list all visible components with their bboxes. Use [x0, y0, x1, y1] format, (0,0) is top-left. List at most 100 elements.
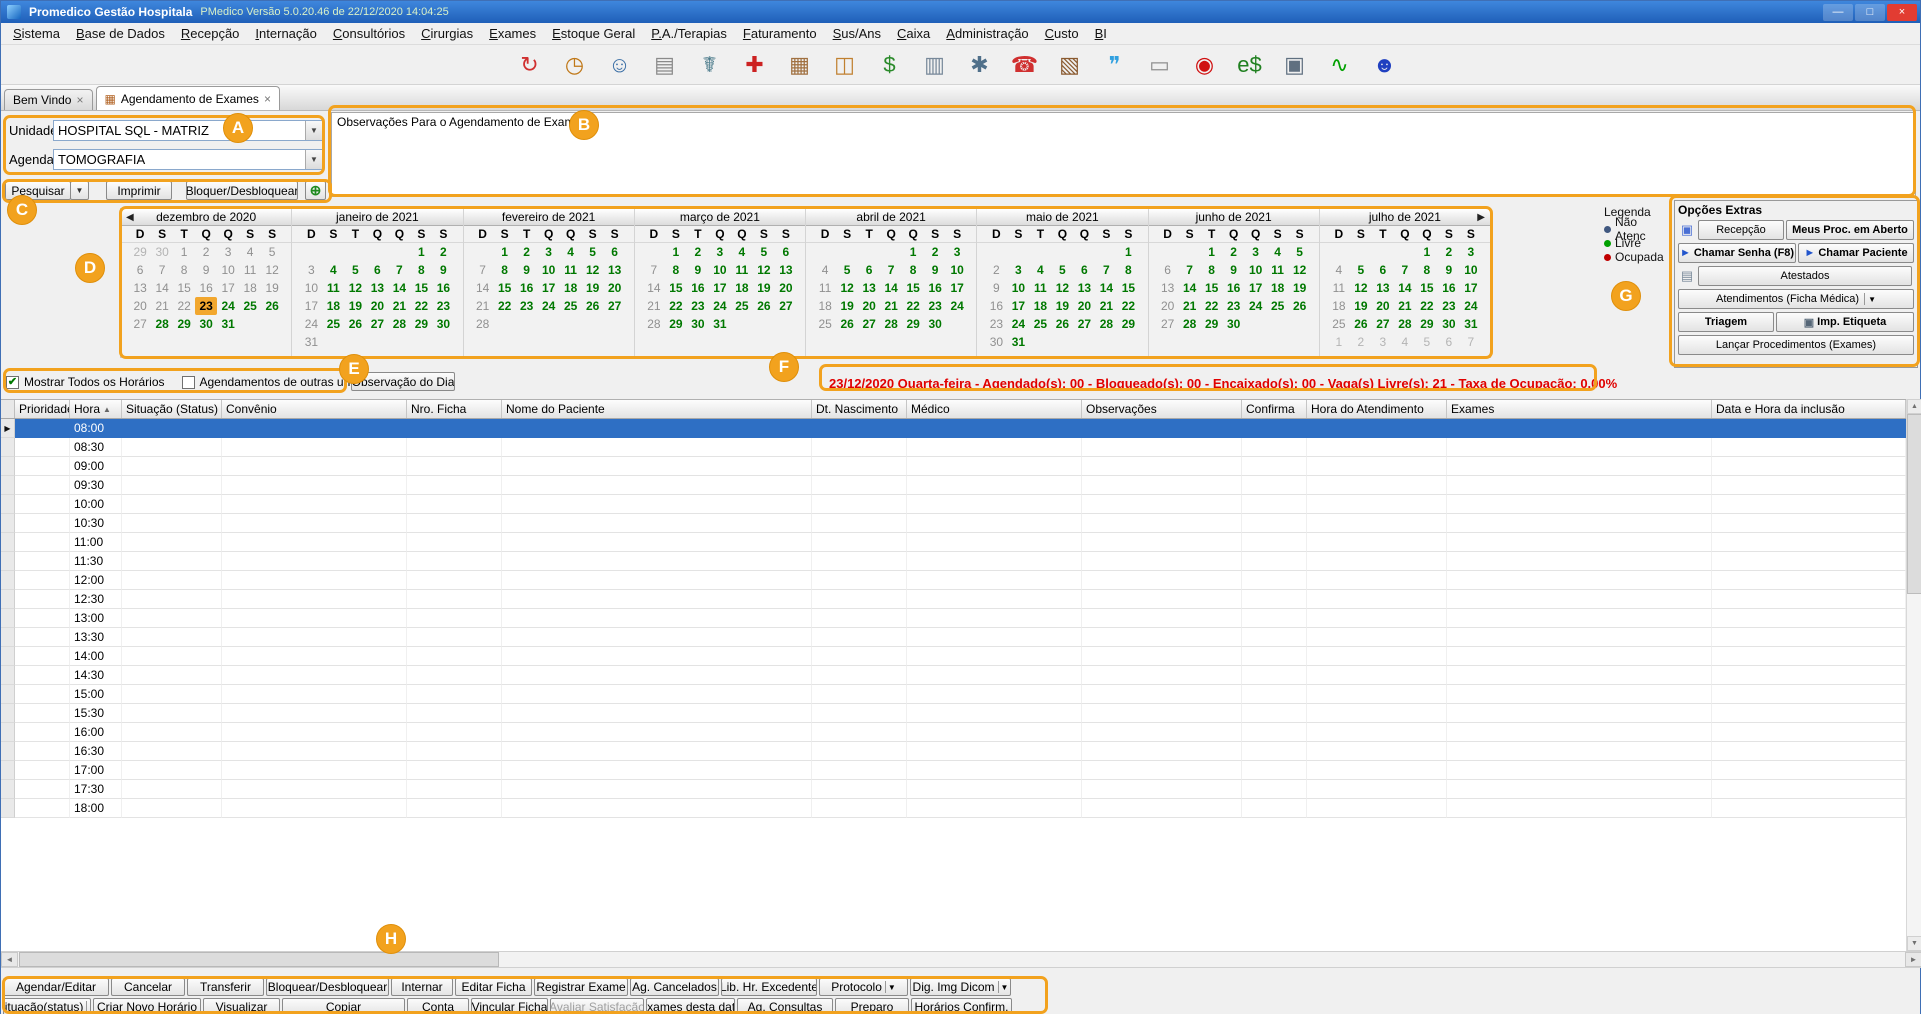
- calendar-prev-icon[interactable]: ◀: [126, 210, 134, 226]
- day-5[interactable]: 5: [1289, 243, 1311, 261]
- lib-hr-excedente-button[interactable]: Lib. Hr. Excedente: [721, 978, 817, 996]
- menu-internacao[interactable]: Internação: [247, 23, 324, 44]
- day-17[interactable]: 17: [709, 279, 731, 297]
- day-11[interactable]: 11: [814, 279, 836, 297]
- day-28[interactable]: 28: [643, 315, 665, 333]
- day-25[interactable]: 25: [814, 315, 836, 333]
- day-3[interactable]: 3: [538, 243, 560, 261]
- calendar-next-icon[interactable]: ▶: [1477, 210, 1485, 226]
- visualizar-button[interactable]: Visualizar: [203, 998, 280, 1014]
- day-31[interactable]: 31: [217, 315, 239, 333]
- day-14[interactable]: 14: [472, 279, 494, 297]
- vertical-scroll-thumb[interactable]: [1907, 414, 1921, 594]
- day-12[interactable]: 12: [261, 261, 283, 279]
- day-15[interactable]: 15: [173, 279, 195, 297]
- day-2[interactable]: 2: [1350, 333, 1372, 351]
- day-15[interactable]: 15: [494, 279, 516, 297]
- day-25[interactable]: 25: [239, 297, 261, 315]
- power-icon[interactable]: ◉: [1188, 48, 1221, 81]
- imp-etiqueta-button[interactable]: ▣Imp. Etiqueta: [1776, 312, 1914, 332]
- day-13[interactable]: 13: [858, 279, 880, 297]
- day-5[interactable]: 5: [582, 243, 604, 261]
- time-row-13-00[interactable]: 13:00: [1, 609, 1906, 628]
- day-17[interactable]: 17: [217, 279, 239, 297]
- day-8[interactable]: 8: [410, 261, 432, 279]
- day-1[interactable]: 1: [1117, 243, 1139, 261]
- day-5[interactable]: 5: [344, 261, 366, 279]
- time-row-15-00[interactable]: 15:00: [1, 685, 1906, 704]
- exames-desta-data-button[interactable]: Exames desta data: [646, 998, 735, 1014]
- time-row-10-00[interactable]: 10:00: [1, 495, 1906, 514]
- day-23[interactable]: 23: [924, 297, 946, 315]
- day-19[interactable]: 19: [261, 279, 283, 297]
- day-24[interactable]: 24: [709, 297, 731, 315]
- report-icon[interactable]: ▭: [1143, 48, 1176, 81]
- transferir-button[interactable]: Transferir: [187, 978, 264, 996]
- day-7[interactable]: 7: [1394, 261, 1416, 279]
- column-dt-nascimento[interactable]: Dt. Nascimento: [812, 400, 907, 418]
- vertical-scroll-track[interactable]: [1907, 594, 1921, 936]
- day-15[interactable]: 15: [665, 279, 687, 297]
- day-24[interactable]: 24: [538, 297, 560, 315]
- atestados-button[interactable]: Atestados: [1698, 266, 1912, 286]
- scroll-up-icon[interactable]: ▲: [1907, 399, 1921, 414]
- day-12[interactable]: 12: [1289, 261, 1311, 279]
- time-row-09-00[interactable]: 09:00: [1, 457, 1906, 476]
- day-12[interactable]: 12: [753, 261, 775, 279]
- horizontal-scroll-thumb[interactable]: [19, 952, 499, 967]
- day-2[interactable]: 2: [687, 243, 709, 261]
- day-4[interactable]: 4: [1328, 261, 1350, 279]
- day-1[interactable]: 1: [173, 243, 195, 261]
- internar-button[interactable]: Internar: [391, 978, 453, 996]
- dig-img-dicom-button[interactable]: Dig. Img Dicom▼: [910, 978, 1011, 996]
- day-21[interactable]: 21: [151, 297, 173, 315]
- day-4[interactable]: 4: [1394, 333, 1416, 351]
- menu-recepcao[interactable]: Recepção: [173, 23, 248, 44]
- day-14[interactable]: 14: [388, 279, 410, 297]
- day-4[interactable]: 4: [731, 243, 753, 261]
- day-9[interactable]: 9: [985, 279, 1007, 297]
- registrar-exame-button[interactable]: Registrar Exame: [534, 978, 628, 996]
- day-29[interactable]: 29: [173, 315, 195, 333]
- day-7[interactable]: 7: [880, 261, 902, 279]
- day-29[interactable]: 29: [1201, 315, 1223, 333]
- close-button[interactable]: ×: [1887, 4, 1917, 21]
- day-19[interactable]: 19: [753, 279, 775, 297]
- day-28[interactable]: 28: [1394, 315, 1416, 333]
- column-observacoes[interactable]: Observações: [1082, 400, 1242, 418]
- time-row-08-00[interactable]: ▶08:00: [1, 419, 1906, 438]
- day-14[interactable]: 14: [643, 279, 665, 297]
- sync-icon[interactable]: ↻: [513, 48, 546, 81]
- day-30[interactable]: 30: [151, 243, 173, 261]
- day-8[interactable]: 8: [1416, 261, 1438, 279]
- day-27[interactable]: 27: [775, 297, 797, 315]
- day-17[interactable]: 17: [1245, 279, 1267, 297]
- day-1[interactable]: 1: [1416, 243, 1438, 261]
- day-30[interactable]: 30: [195, 315, 217, 333]
- chat-icon[interactable]: ❞: [1098, 48, 1131, 81]
- agendar-editar-button[interactable]: Agendar/Editar: [3, 978, 109, 996]
- day-18[interactable]: 18: [814, 297, 836, 315]
- day-6[interactable]: 6: [1438, 333, 1460, 351]
- day-21[interactable]: 21: [1394, 297, 1416, 315]
- day-18[interactable]: 18: [1328, 297, 1350, 315]
- day-16[interactable]: 16: [687, 279, 709, 297]
- day-22[interactable]: 22: [410, 297, 432, 315]
- menu-custo[interactable]: Custo: [1037, 23, 1087, 44]
- day-13[interactable]: 13: [366, 279, 388, 297]
- day-25[interactable]: 25: [1029, 315, 1051, 333]
- time-row-14-30[interactable]: 14:30: [1, 666, 1906, 685]
- day-3[interactable]: 3: [709, 243, 731, 261]
- day-6[interactable]: 6: [858, 261, 880, 279]
- day-25[interactable]: 25: [322, 315, 344, 333]
- day-18[interactable]: 18: [560, 279, 582, 297]
- day-20[interactable]: 20: [604, 279, 626, 297]
- day-8[interactable]: 8: [1201, 261, 1223, 279]
- day-15[interactable]: 15: [1201, 279, 1223, 297]
- menu-sistema[interactable]: Sistema: [5, 23, 68, 44]
- day-13[interactable]: 13: [775, 261, 797, 279]
- day-22[interactable]: 22: [173, 297, 195, 315]
- day-23[interactable]: 23: [687, 297, 709, 315]
- day-31[interactable]: 31: [709, 315, 731, 333]
- emergency-icon[interactable]: ✚: [738, 48, 771, 81]
